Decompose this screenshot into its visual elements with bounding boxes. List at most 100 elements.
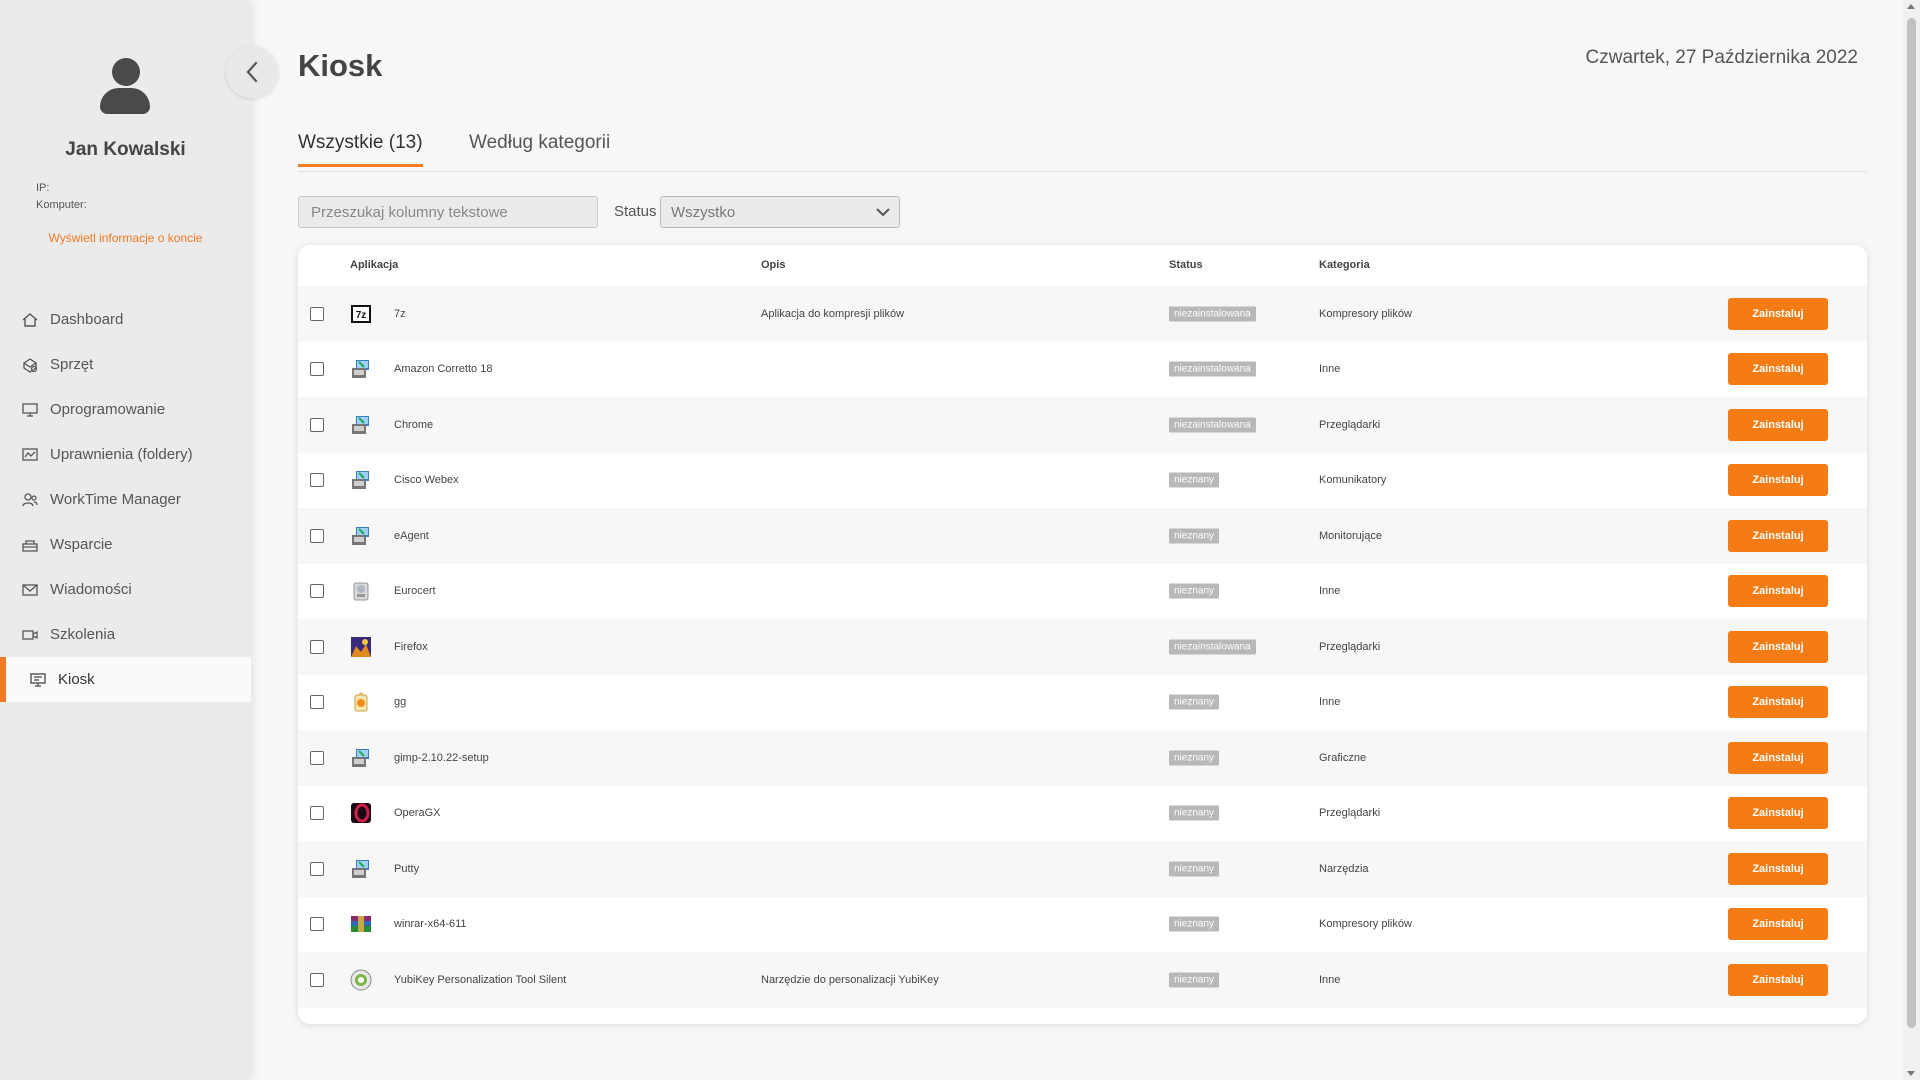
tabs: Wszystkie (13) Według kategorii [298, 132, 1867, 172]
install-button[interactable]: Zainstaluj [1728, 963, 1828, 996]
table-row: Eurocert nieznany Inne Zainstaluj [298, 564, 1867, 620]
app-name: winrar-x64-611 [394, 918, 467, 931]
install-button[interactable]: Zainstaluj [1728, 519, 1828, 552]
app-name: Amazon Corretto 18 [394, 363, 493, 376]
user-name: Jan Kowalski [65, 139, 186, 160]
table-row: gimp-2.10.22-setup nieznany Graficzne Za… [298, 730, 1867, 786]
eurocert-icon [353, 582, 369, 601]
row-checkbox[interactable] [310, 972, 324, 987]
app-name: Chrome [394, 418, 434, 431]
sidebar-item-messages[interactable]: Wiadomości [0, 567, 251, 612]
sidebar-item-permissions[interactable]: Uprawnienia (foldery) [0, 432, 251, 477]
app-name: gimp-2.10.22-setup [394, 751, 489, 764]
row-checkbox[interactable] [310, 362, 324, 377]
sidebar-item-dashboard[interactable]: Dashboard [0, 297, 251, 342]
operagx-icon [351, 803, 371, 824]
row-checkbox[interactable] [310, 695, 324, 710]
scrollbar-thumb[interactable] [1907, 18, 1916, 1028]
sidebar-item-software[interactable]: Oprogramowanie [0, 387, 251, 432]
status-badge: nieznany [1169, 694, 1220, 710]
app-category: Przeglądarki [1319, 640, 1381, 653]
table-row: winrar-x64-611 nieznany Kompresory plikó… [298, 897, 1867, 953]
install-button[interactable]: Zainstaluj [1728, 575, 1828, 608]
app-category: Inne [1319, 973, 1341, 986]
status-badge: niezainstalowana [1169, 306, 1256, 322]
kiosk-icon [28, 670, 48, 690]
status-badge: nieznany [1169, 972, 1220, 988]
account-info-link[interactable]: Wyświetl informacje o koncie [0, 231, 251, 245]
app-description: Aplikacja do kompresji plików [761, 307, 905, 320]
sidebar-item-label: WorkTime Manager [50, 491, 181, 508]
table-row: Amazon Corretto 18 niezainstalowana Inne… [298, 342, 1867, 398]
status-select[interactable]: Wszystko [660, 196, 900, 228]
status-badge: niezainstalowana [1169, 639, 1256, 655]
app-name: YubiKey Personalization Tool Silent [394, 973, 567, 986]
sidebar-item-hardware[interactable]: Sprzęt [0, 342, 251, 387]
scroll-up-arrow-icon[interactable] [1907, 4, 1915, 9]
row-checkbox[interactable] [310, 528, 324, 543]
install-button[interactable]: Zainstaluj [1728, 464, 1828, 497]
sidebar-item-support[interactable]: Wsparcie [0, 522, 251, 567]
sidebar-item-kiosk[interactable]: Kiosk [0, 657, 251, 702]
column-header-status: Status [1169, 259, 1203, 271]
install-button[interactable]: Zainstaluj [1728, 353, 1828, 386]
installer-icon [352, 526, 369, 545]
row-checkbox[interactable] [310, 417, 324, 432]
install-button[interactable]: Zainstaluj [1728, 908, 1828, 941]
row-checkbox[interactable] [310, 639, 324, 654]
sidebar-item-label: Sprzęt [50, 356, 94, 373]
tab-all[interactable]: Wszystkie (13) [298, 132, 423, 167]
row-checkbox[interactable] [310, 750, 324, 765]
sidebar-item-worktime-manager[interactable]: WorkTime Manager [0, 477, 251, 522]
status-select-value: Wszystko [671, 204, 736, 221]
install-button[interactable]: Zainstaluj [1728, 852, 1828, 885]
mail-icon [20, 580, 40, 600]
row-checkbox[interactable] [310, 917, 324, 932]
installer-icon [352, 748, 369, 767]
install-button[interactable]: Zainstaluj [1728, 408, 1828, 441]
sidebar-item-label: Oprogramowanie [50, 401, 166, 418]
status-badge: niezainstalowana [1169, 361, 1256, 377]
tab-by-category[interactable]: Według kategorii [469, 132, 610, 164]
install-button[interactable]: Zainstaluj [1728, 297, 1828, 330]
row-checkbox[interactable] [310, 473, 324, 488]
scroll-down-arrow-icon[interactable] [1907, 1071, 1915, 1076]
row-checkbox[interactable] [310, 306, 324, 321]
table-header: Aplikacja Opis Status Kategoria [298, 245, 1867, 286]
install-button[interactable]: Zainstaluj [1728, 741, 1828, 774]
status-badge: nieznany [1169, 472, 1220, 488]
page-scrollbar[interactable] [1903, 0, 1920, 1080]
sidebar-nav: Dashboard Sprzęt Oprogramowanie Uprawnie… [0, 297, 251, 702]
chevron-left-icon [246, 61, 258, 83]
install-button[interactable]: Zainstaluj [1728, 797, 1828, 830]
installer-icon [352, 415, 369, 434]
app-category: Graficzne [1319, 751, 1367, 764]
search-input[interactable] [298, 196, 598, 228]
table-row: gg nieznany Inne Zainstaluj [298, 675, 1867, 731]
app-name: Cisco Webex [394, 474, 459, 487]
sidebar-collapse-button[interactable] [226, 46, 278, 98]
table-row: Putty nieznany Narzędzia Zainstaluj [298, 841, 1867, 897]
app-name: Eurocert [394, 585, 436, 598]
app-category: Kompresory plików [1319, 307, 1412, 320]
sidebar-item-trainings[interactable]: Szkolenia [0, 612, 251, 657]
installer-icon [352, 859, 369, 878]
row-checkbox[interactable] [310, 806, 324, 821]
column-header-desc: Opis [761, 259, 786, 271]
hardware-icon [20, 355, 40, 375]
row-checkbox[interactable] [310, 861, 324, 876]
install-button[interactable]: Zainstaluj [1728, 686, 1828, 719]
permissions-icon [20, 445, 40, 465]
svg-text:7z: 7z [356, 310, 367, 321]
sidebar-item-label: Szkolenia [50, 626, 116, 643]
install-button[interactable]: Zainstaluj [1728, 630, 1828, 663]
app-name: OperaGX [394, 807, 441, 820]
row-checkbox[interactable] [310, 584, 324, 599]
column-header-category: Kategoria [1319, 259, 1370, 271]
sidebar-item-label: Kiosk [58, 671, 95, 688]
status-filter-label: Status [614, 203, 657, 220]
status-badge: nieznany [1169, 861, 1220, 877]
app-category: Kompresory plików [1319, 918, 1412, 931]
status-badge: nieznany [1169, 916, 1220, 932]
status-badge: nieznany [1169, 805, 1220, 821]
